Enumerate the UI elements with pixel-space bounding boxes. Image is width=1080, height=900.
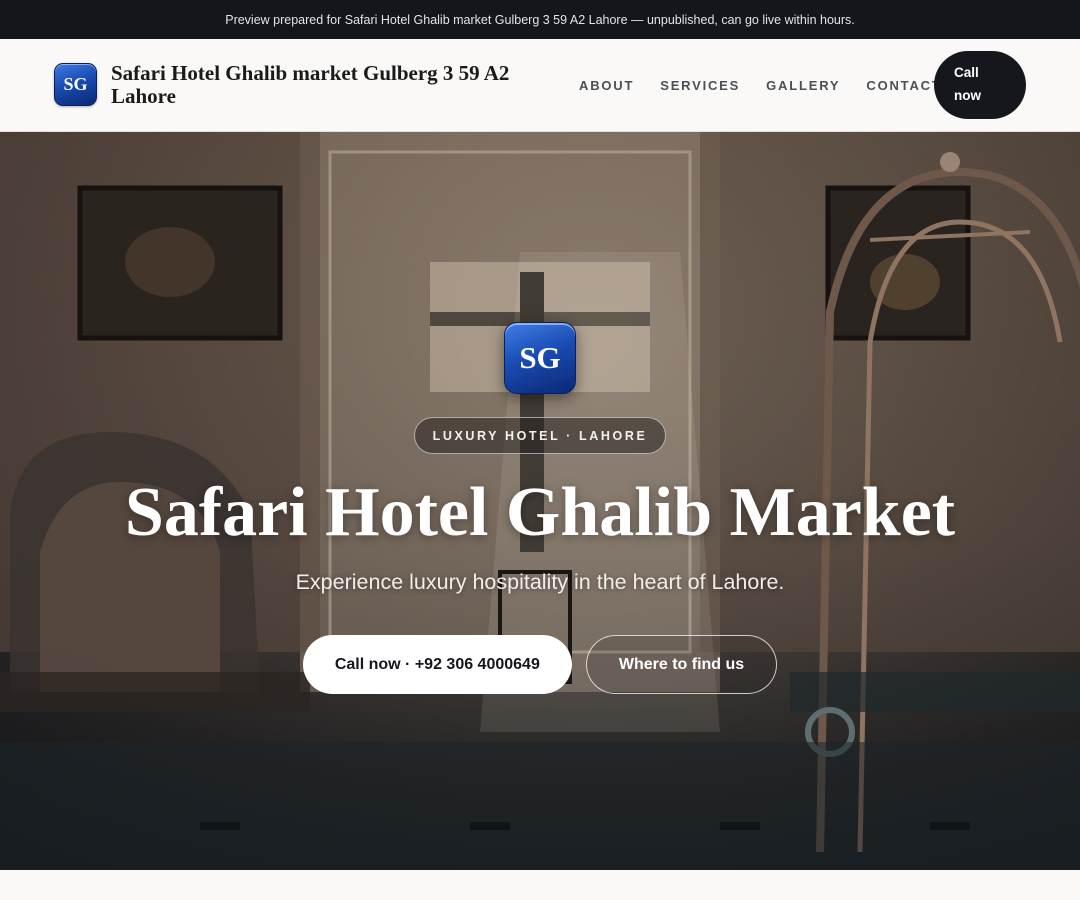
hero-section: SG LUXURY HOTEL · LAHORE Safari Hotel Gh…	[0, 132, 1080, 870]
nav-link-services[interactable]: SERVICES	[660, 78, 740, 93]
nav-link-gallery[interactable]: GALLERY	[766, 78, 840, 93]
next-section	[0, 870, 1080, 900]
main-nav: ABOUT SERVICES GALLERY CONTACT	[566, 39, 942, 132]
hero-content: SG LUXURY HOTEL · LAHORE Safari Hotel Gh…	[0, 322, 1080, 694]
hero-logo: SG	[504, 322, 576, 394]
preview-banner: Preview prepared for Safari Hotel Ghalib…	[0, 0, 1080, 39]
hero-call-button[interactable]: Call now · +92 306 4000649	[302, 635, 572, 694]
hero-category-badge: LUXURY HOTEL · LAHORE	[413, 417, 667, 454]
hero-logo-initials: SG	[519, 340, 561, 375]
header-call-button[interactable]: Call now	[934, 51, 1026, 119]
hero-subtitle: Experience luxury hospitality in the hea…	[295, 570, 785, 594]
preview-banner-text: Preview prepared for Safari Hotel Ghalib…	[225, 12, 855, 27]
hero-directions-button[interactable]: Where to find us	[585, 635, 778, 694]
brand-logo[interactable]: SG	[54, 63, 97, 106]
header-call-label: Call now	[954, 65, 981, 103]
hero-actions: Call now · +92 306 4000649 Where to find…	[302, 635, 778, 694]
brand-logo-initials: SG	[63, 74, 88, 94]
nav-link-contact[interactable]: CONTACT	[866, 78, 941, 93]
site-header: SG Safari Hotel Ghalib market Gulberg 3 …	[0, 39, 1080, 132]
hero-title: Safari Hotel Ghalib Market	[124, 474, 956, 551]
brand-name[interactable]: Safari Hotel Ghalib market Gulberg 3 59 …	[111, 62, 561, 108]
nav-link-about[interactable]: ABOUT	[579, 78, 634, 93]
